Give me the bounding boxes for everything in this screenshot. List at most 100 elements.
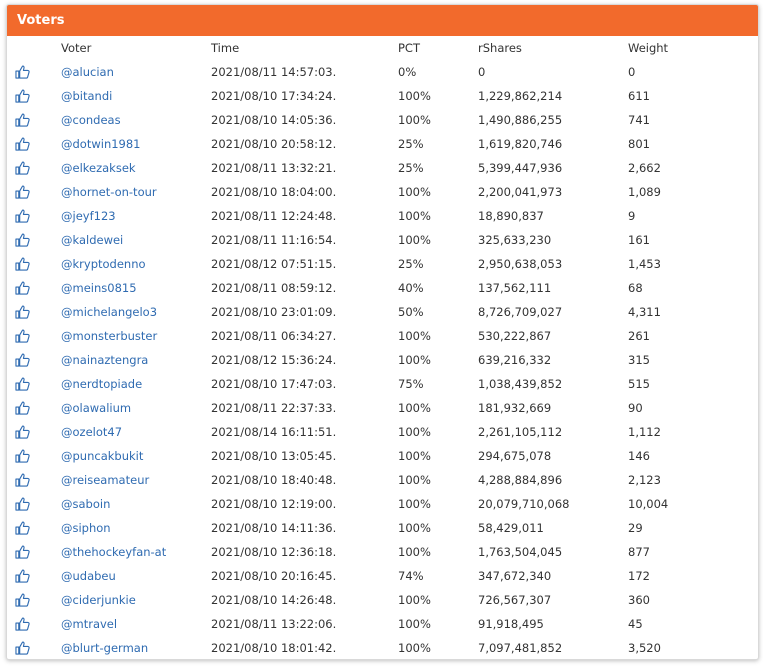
pct-cell: 100% (398, 497, 431, 511)
rshares-cell: 347,672,340 (478, 569, 552, 583)
pct-cell: 50% (398, 305, 424, 319)
header-icon-column (7, 36, 61, 60)
weight-cell: 360 (628, 593, 650, 607)
voter-link[interactable]: @kryptodenno (61, 257, 146, 271)
thumbs-up-icon[interactable] (15, 593, 30, 607)
weight-cell: 261 (628, 329, 650, 343)
voter-link[interactable]: @jeyf123 (61, 209, 116, 223)
voter-link[interactable]: @bitandi (61, 89, 112, 103)
thumbs-up-icon[interactable] (15, 161, 30, 175)
table-row: @meins0815 2021/08/11 08:59:12. 40% 137,562… (7, 276, 758, 300)
voter-link[interactable]: @michelangelo3 (61, 305, 157, 319)
time-cell: 2021/08/11 08:59:12. (211, 281, 337, 295)
pct-cell: 100% (398, 617, 431, 631)
voter-link[interactable]: @dotwin1981 (61, 137, 141, 151)
weight-cell: 0 (628, 65, 636, 79)
thumbs-up-icon[interactable] (15, 617, 30, 631)
time-cell: 2021/08/11 14:57:03. (211, 65, 337, 79)
table-row: @kaldewei 2021/08/11 11:16:54. 100% 325,633… (7, 228, 758, 252)
table-row: @hornet-on-tour 2021/08/10 18:04:00. 100% 2… (7, 180, 758, 204)
voter-cell: @nainaztengra (61, 348, 211, 372)
rshares-cell: 1,038,439,852 (478, 377, 563, 391)
weight-cell: 161 (628, 233, 650, 247)
thumbs-up-icon[interactable] (15, 377, 30, 391)
vote-cell (7, 204, 61, 228)
voter-link[interactable]: @mtravel (61, 617, 117, 631)
rshares-cell: 0 (478, 65, 486, 79)
thumbs-up-icon[interactable] (15, 305, 30, 319)
header-pct: PCT (398, 41, 420, 55)
header-weight: Weight (628, 41, 669, 55)
voter-cell: @ozelot47 (61, 420, 211, 444)
voter-cell: @puncakbukit (61, 444, 211, 468)
voter-cell: @kryptodenno (61, 252, 211, 276)
rshares-cell: 137,562,111 (478, 281, 552, 295)
vote-cell (7, 276, 61, 300)
voter-link[interactable]: @hornet-on-tour (61, 185, 157, 199)
time-cell: 2021/08/10 20:58:12. (211, 137, 337, 151)
voter-link[interactable]: @thehockeyfan-at (61, 545, 166, 559)
voter-link[interactable]: @ozelot47 (61, 425, 122, 439)
voter-link[interactable]: @ciderjunkie (61, 593, 136, 607)
time-cell: 2021/08/12 07:51:15. (211, 257, 337, 271)
thumbs-up-icon[interactable] (15, 545, 30, 559)
voter-link[interactable]: @monsterbuster (61, 329, 157, 343)
thumbs-up-icon[interactable] (15, 449, 30, 463)
voter-link[interactable]: @saboin (61, 497, 110, 511)
thumbs-up-icon[interactable] (15, 89, 30, 103)
table-row: @mtravel 2021/08/11 13:22:06. 100% 91,918,4… (7, 612, 758, 636)
thumbs-up-icon[interactable] (15, 233, 30, 247)
voter-link[interactable]: @nainaztengra (61, 353, 148, 367)
voter-link[interactable]: @condeas (61, 113, 121, 127)
thumbs-up-icon[interactable] (15, 569, 30, 583)
voter-link[interactable]: @udabeu (61, 569, 116, 583)
rshares-cell: 5,399,447,936 (478, 161, 563, 175)
voter-cell: @dotwin1981 (61, 132, 211, 156)
weight-cell: 29 (628, 521, 643, 535)
thumbs-up-icon[interactable] (15, 641, 30, 655)
voter-link[interactable]: @nerdtopiade (61, 377, 142, 391)
table-row: @thehockeyfan-at 2021/08/10 12:36:18. 100%… (7, 540, 758, 564)
voter-link[interactable]: @elkezaksek (61, 161, 136, 175)
voter-link[interactable]: @alucian (61, 65, 114, 79)
rshares-cell: 8,726,709,027 (478, 305, 563, 319)
vote-cell (7, 156, 61, 180)
thumbs-up-icon[interactable] (15, 473, 30, 487)
table-row: @ozelot47 2021/08/14 16:11:51. 100% 2,261,1… (7, 420, 758, 444)
voter-cell: @udabeu (61, 564, 211, 588)
rshares-cell: 639,216,332 (478, 353, 552, 367)
rshares-cell: 91,918,495 (478, 617, 544, 631)
vote-cell (7, 84, 61, 108)
voter-link[interactable]: @reiseamateur (61, 473, 149, 487)
thumbs-up-icon[interactable] (15, 497, 30, 511)
thumbs-up-icon[interactable] (15, 113, 30, 127)
thumbs-up-icon[interactable] (15, 65, 30, 79)
table-row: @nerdtopiade 2021/08/10 17:47:03. 75% 1,038… (7, 372, 758, 396)
thumbs-up-icon[interactable] (15, 401, 30, 415)
voter-link[interactable]: @puncakbukit (61, 449, 143, 463)
voter-link[interactable]: @siphon (61, 521, 111, 535)
thumbs-up-icon[interactable] (15, 137, 30, 151)
thumbs-up-icon[interactable] (15, 209, 30, 223)
header-rshares: rShares (478, 41, 522, 55)
voter-link[interactable]: @meins0815 (61, 281, 137, 295)
time-cell: 2021/08/10 13:05:45. (211, 449, 337, 463)
voter-link[interactable]: @kaldewei (61, 233, 123, 247)
table-row: @dotwin1981 2021/08/10 20:58:12. 25% 1,619,… (7, 132, 758, 156)
voter-link[interactable]: @blurt-german (61, 641, 148, 655)
rshares-cell: 7,097,481,852 (478, 641, 563, 655)
thumbs-up-icon[interactable] (15, 185, 30, 199)
thumbs-up-icon[interactable] (15, 329, 30, 343)
thumbs-up-icon[interactable] (15, 257, 30, 271)
thumbs-up-icon[interactable] (15, 425, 30, 439)
table-row: @blurt-german 2021/08/10 18:01:42. 100% 7,0… (7, 636, 758, 659)
voter-link[interactable]: @olawalium (61, 401, 131, 415)
thumbs-up-icon[interactable] (15, 353, 30, 367)
thumbs-up-icon[interactable] (15, 521, 30, 535)
rshares-cell: 1,763,504,045 (478, 545, 563, 559)
time-cell: 2021/08/11 11:16:54. (211, 233, 337, 247)
rshares-cell: 325,633,230 (478, 233, 552, 247)
vote-cell (7, 444, 61, 468)
thumbs-up-icon[interactable] (15, 281, 30, 295)
weight-cell: 2,662 (628, 161, 661, 175)
